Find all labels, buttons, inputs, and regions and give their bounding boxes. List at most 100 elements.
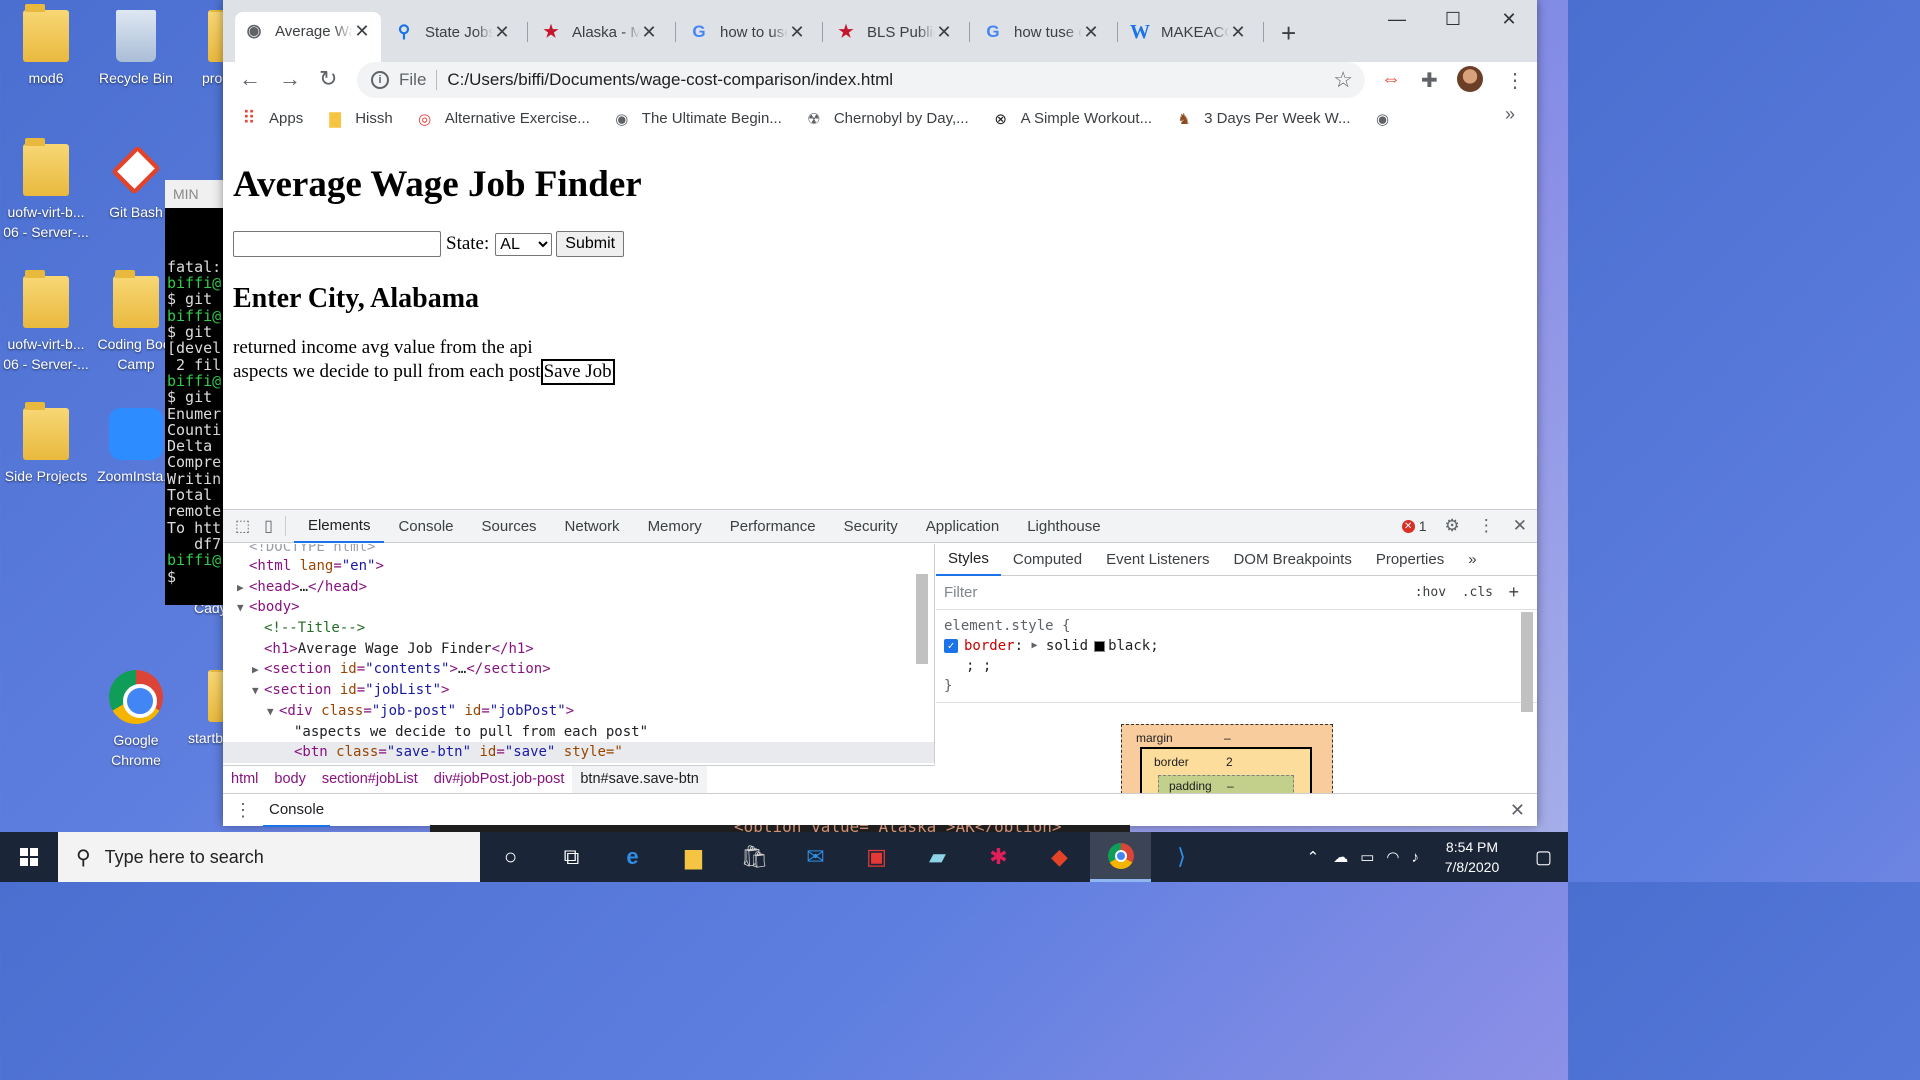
close-icon[interactable]: ✕ xyxy=(640,22,658,43)
address-bar[interactable]: i File C:/Users/biffi/Documents/wage-cos… xyxy=(357,62,1365,98)
slack-icon[interactable]: ✱ xyxy=(968,832,1029,882)
devtools-tab-lighthouse[interactable]: Lighthouse xyxy=(1013,510,1114,543)
expand-triangle-icon[interactable]: ▶ xyxy=(1031,636,1037,656)
clock[interactable]: 8:54 PM 7/8/2020 xyxy=(1431,837,1513,877)
tab-bls-public[interactable]: ★ BLS Public Data ✕ xyxy=(827,14,963,50)
elements-scrollbar[interactable] xyxy=(914,548,928,754)
close-icon[interactable]: ✕ xyxy=(493,22,511,43)
dom-node[interactable]: <!--Title--> xyxy=(223,618,934,639)
scrollbar-thumb[interactable] xyxy=(1521,612,1533,712)
bookmark-apps[interactable]: ⠿ Apps xyxy=(239,108,303,129)
breadcrumb-item[interactable]: html xyxy=(223,771,266,787)
tab-average-wage[interactable]: ◉ Average Wage Job Finder ✕ xyxy=(235,12,381,62)
onedrive-icon[interactable]: ☁ xyxy=(1327,848,1354,866)
tab-makeacommit[interactable]: W MAKEACOMMIT ✕ xyxy=(1121,14,1257,50)
new-tab-button[interactable]: + xyxy=(1281,18,1296,49)
styles-filter[interactable]: Filter :hov .cls + xyxy=(936,576,1537,610)
hov-button[interactable]: :hov .cls xyxy=(1415,585,1493,600)
wifi-icon[interactable]: ◠ xyxy=(1380,848,1405,866)
styles-tab-styles[interactable]: Styles xyxy=(936,544,1001,576)
color-swatch[interactable] xyxy=(1094,640,1106,652)
dom-node[interactable]: ▶ <head>…</head> xyxy=(223,577,934,598)
devtools-tab-memory[interactable]: Memory xyxy=(634,510,716,543)
tab-state-jobs[interactable]: ⚲ State Jobs ✕ xyxy=(385,14,521,50)
styles-tab-overflow[interactable]: » xyxy=(1456,544,1488,576)
edge-icon[interactable]: e xyxy=(602,832,663,882)
inspect-element-icon[interactable]: ⬚ xyxy=(223,516,258,536)
info-icon[interactable]: i xyxy=(371,71,389,89)
device-toolbar-icon[interactable]: ▯ xyxy=(258,516,286,536)
tab-how-to-use[interactable]: G how to use ✕ xyxy=(680,14,816,50)
styles-tab-properties[interactable]: Properties xyxy=(1364,544,1456,576)
bookmark-star-icon[interactable]: ☆ xyxy=(1333,67,1353,93)
styles-tab-computed[interactable]: Computed xyxy=(1001,544,1094,576)
property-value-style[interactable]: solid xyxy=(1046,636,1088,656)
close-icon[interactable]: ✕ xyxy=(935,22,953,43)
state-select[interactable]: AL xyxy=(495,232,553,256)
file-explorer-icon[interactable]: ▆ xyxy=(663,832,724,882)
devtools-tab-security[interactable]: Security xyxy=(830,510,912,543)
dom-node[interactable]: ▼ <div class="job-post" id="jobPost"> xyxy=(223,701,934,722)
bookmark-ultimate-begin[interactable]: ◉ The Ultimate Begin... xyxy=(612,109,782,129)
start-button[interactable] xyxy=(0,832,58,882)
gift-icon[interactable]: ▣ xyxy=(846,832,907,882)
filter-input[interactable]: Filter xyxy=(944,584,977,601)
dom-node[interactable]: <h1>Average Wage Job Finder</h1> xyxy=(223,639,934,660)
dom-node[interactable]: "aspects we decide to pull from each pos… xyxy=(223,722,934,743)
dom-node[interactable]: ▼ <section id="jobList"> xyxy=(223,680,934,701)
address-url[interactable]: C:/Users/biffi/Documents/wage-cost-compa… xyxy=(447,70,893,90)
devtools-tab-application[interactable]: Application xyxy=(912,510,1013,543)
box-margin-value[interactable]: – xyxy=(1224,731,1231,745)
save-job-button[interactable]: Save Job xyxy=(540,359,615,385)
styles-tab-dom-breakpoints[interactable]: DOM Breakpoints xyxy=(1221,544,1363,576)
close-icon[interactable]: ✕ xyxy=(788,22,806,43)
dom-node[interactable]: <btn class="save-btn" id="save" style=" xyxy=(223,742,934,763)
settings-gear-icon[interactable]: ⚙ xyxy=(1445,516,1460,536)
elements-tree[interactable]: <!DOCTYPE html> <html lang="en"> ▶ <head>…<… xyxy=(223,544,935,764)
styles-tab-event-listeners[interactable]: Event Listeners xyxy=(1094,544,1221,576)
menu-kebab-icon[interactable]: ⋮ xyxy=(1505,68,1525,93)
minimize-button[interactable]: — xyxy=(1369,0,1425,38)
desktop-startb[interactable]: startb xyxy=(184,670,224,748)
property-name[interactable]: border xyxy=(964,636,1015,656)
devtools-tab-performance[interactable]: Performance xyxy=(716,510,830,543)
bookmarks-overflow-button[interactable]: » xyxy=(1505,104,1515,125)
new-rule-icon[interactable]: + xyxy=(1508,582,1519,603)
battery-icon[interactable]: ▭ xyxy=(1354,848,1380,866)
desktop-folder-mod6[interactable]: mod6 xyxy=(2,4,90,88)
back-button[interactable]: ← xyxy=(239,66,261,92)
avatar[interactable] xyxy=(1457,66,1483,92)
close-icon[interactable]: ✕ xyxy=(1082,22,1100,43)
devtools-tab-network[interactable]: Network xyxy=(551,510,634,543)
recycle-bin[interactable]: Recycle Bin xyxy=(92,10,180,88)
volume-icon[interactable]: ♪ xyxy=(1405,849,1425,866)
vscode-icon[interactable]: ⟩ xyxy=(1151,832,1212,882)
submit-button[interactable]: Submit xyxy=(556,231,625,257)
desktop-folder-uofw-2[interactable]: uofw-virt-b... 06 - Server-... xyxy=(2,270,90,374)
desktop-google-chrome[interactable]: Google Chrome xyxy=(92,670,180,770)
tab-how-tuse[interactable]: G how tuse c ✕ xyxy=(974,14,1110,50)
bookmark-3-days[interactable]: ♞ 3 Days Per Week W... xyxy=(1174,109,1350,129)
box-padding-value[interactable]: – xyxy=(1227,779,1234,793)
close-window-button[interactable]: ✕ xyxy=(1481,0,1537,38)
desktop-folder-side-projects[interactable]: Side Projects xyxy=(2,402,90,486)
extension-icon[interactable]: ⇔ xyxy=(1381,68,1401,91)
close-icon[interactable]: ✕ xyxy=(353,21,371,42)
breadcrumb-item[interactable]: section#jobList xyxy=(314,771,426,787)
breadcrumb-item[interactable]: btn#save.save-btn xyxy=(572,765,707,793)
devtools-menu-icon[interactable]: ⋮ xyxy=(1478,516,1495,536)
dom-node[interactable]: <html lang="en"> xyxy=(223,556,934,577)
git-icon[interactable]: ◆ xyxy=(1029,832,1090,882)
property-value-color[interactable]: black; xyxy=(1108,636,1159,656)
store-icon[interactable]: 🛍︎ xyxy=(724,832,785,882)
bookmark-alternative-exercise[interactable]: ◎ Alternative Exercise... xyxy=(415,109,590,129)
drawer-close-icon[interactable]: ✕ xyxy=(1510,800,1525,821)
puzzle-icon[interactable]: ✚ xyxy=(1421,68,1438,93)
city-input[interactable] xyxy=(233,231,441,257)
tab-alaska[interactable]: ★ Alaska - Major Employers ✕ xyxy=(532,14,668,50)
property-checkbox[interactable]: ✓ xyxy=(944,639,958,653)
notes-icon[interactable]: ▰ xyxy=(907,832,968,882)
rule-new-property[interactable]: ; ; xyxy=(944,656,1529,676)
devtools-tab-elements[interactable]: Elements xyxy=(293,510,385,543)
maximize-button[interactable]: ☐ xyxy=(1425,0,1481,38)
